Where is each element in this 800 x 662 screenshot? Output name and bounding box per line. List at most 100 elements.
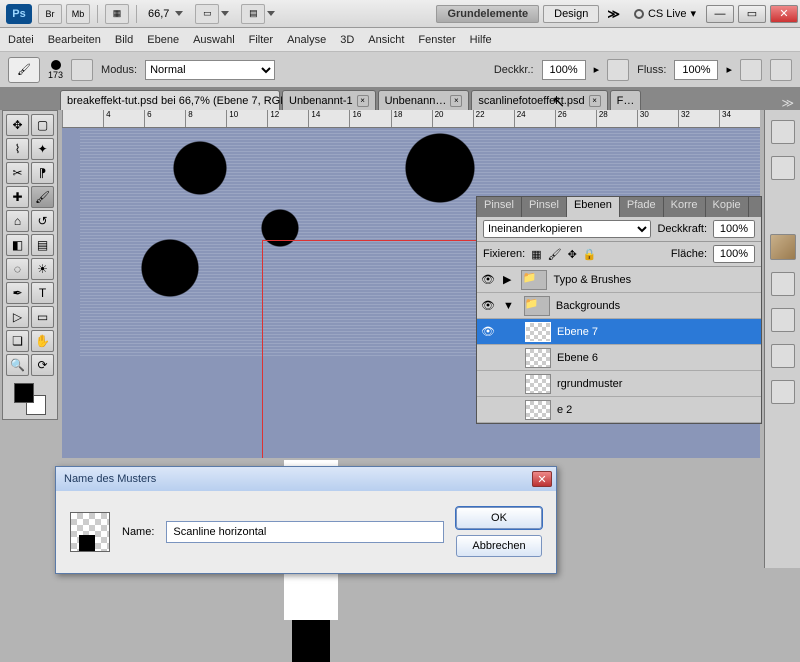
wand-tool[interactable]: ✦ <box>31 138 54 160</box>
menu-ebene[interactable]: Ebene <box>147 34 179 46</box>
tool-preset-icon[interactable]: 🖌 <box>8 57 40 83</box>
tab-korrekturen[interactable]: Korre <box>664 197 706 217</box>
layer-ebene-7[interactable]: 👁Ebene 7 <box>477 319 761 345</box>
minimize-button[interactable]: — <box>706 5 734 23</box>
eraser-tool[interactable]: ◧ <box>6 234 29 256</box>
menu-fenster[interactable]: Fenster <box>418 34 455 46</box>
marquee-tool[interactable]: ▢ <box>31 114 54 136</box>
folder-collapsed-icon[interactable]: ▶ <box>503 273 511 286</box>
visibility-icon[interactable]: 👁 <box>477 273 499 286</box>
tab-scanlinefotoeffekt[interactable]: scanlinefotoeffekt.psd× <box>471 90 607 110</box>
menu-hilfe[interactable]: Hilfe <box>470 34 492 46</box>
menu-filter[interactable]: Filter <box>249 34 273 46</box>
zoom-dropdown-icon[interactable] <box>175 11 183 16</box>
heal-tool[interactable]: ✚ <box>6 186 29 208</box>
opacity-input[interactable] <box>542 60 586 80</box>
lock-position-icon[interactable]: ✥ <box>568 248 577 261</box>
lock-transparency-icon[interactable]: ▦ <box>531 248 541 261</box>
blend-mode-select[interactable]: Normal <box>145 60 275 80</box>
3d-tool[interactable]: ❏ <box>6 330 29 352</box>
tab-pfade[interactable]: Pfade <box>620 197 664 217</box>
screen-mode-icon[interactable]: ▭ <box>195 4 219 24</box>
gradient-tool[interactable]: ▤ <box>31 234 54 256</box>
tab-scroll-icon[interactable]: ≫ <box>775 96 800 110</box>
visibility-icon[interactable]: 👁 <box>477 325 499 338</box>
menu-auswahl[interactable]: Auswahl <box>193 34 235 46</box>
cs-live[interactable]: CS Live▾ <box>634 7 696 20</box>
opacity-flyout-icon[interactable]: ▸ <box>594 63 600 76</box>
stamp-tool[interactable]: ⌂ <box>6 210 29 232</box>
layer-group-typo[interactable]: 👁▶📁Typo & Brushes <box>477 267 761 293</box>
menu-datei[interactable]: Datei <box>8 34 34 46</box>
rotate-tool[interactable]: ⟳ <box>31 354 54 376</box>
swatches-panel-icon[interactable] <box>771 272 795 296</box>
ok-button[interactable]: OK <box>456 507 542 529</box>
brush-preview[interactable]: 173 <box>48 60 63 80</box>
layer-thumbnail[interactable] <box>525 374 551 394</box>
layer-blend-mode-select[interactable]: Ineinanderkopieren <box>483 220 651 238</box>
maximize-button[interactable]: ▭ <box>738 5 766 23</box>
tab-pinsel2[interactable]: Pinsel <box>522 197 567 217</box>
layer-thumbnail[interactable] <box>525 322 551 342</box>
paragraph-panel-icon[interactable] <box>771 156 795 180</box>
zoom-level[interactable]: 66,7 <box>148 8 169 20</box>
path-tool[interactable]: ▷ <box>6 306 29 328</box>
extras-dropdown-icon[interactable] <box>267 11 275 16</box>
tab-ebenen[interactable]: Ebenen <box>567 197 620 217</box>
cancel-button[interactable]: Abbrechen <box>456 535 542 557</box>
color-swatches[interactable] <box>14 383 46 415</box>
shape-tool[interactable]: ▭ <box>31 306 54 328</box>
dodge-tool[interactable]: ☀ <box>31 258 54 280</box>
layer-hintergrundmuster[interactable]: rgrundmuster <box>477 371 761 397</box>
eyedropper-tool[interactable]: ⁋ <box>31 162 54 184</box>
tab-unbenannt-1[interactable]: Unbenannt-1× <box>282 90 376 110</box>
fill-input[interactable] <box>713 245 755 263</box>
menu-analyse[interactable]: Analyse <box>287 34 326 46</box>
tab-pinsel[interactable]: Pinsel <box>477 197 522 217</box>
tablet-size-icon[interactable] <box>770 59 792 81</box>
adjustments-panel-icon[interactable] <box>771 344 795 368</box>
layer-ebene-2[interactable]: e 2 <box>477 397 761 423</box>
color-panel-icon[interactable] <box>770 234 796 260</box>
character-panel-icon[interactable] <box>771 120 795 144</box>
dialog-close-icon[interactable]: ✕ <box>532 471 552 487</box>
zoom-tool[interactable]: 🔍 <box>6 354 29 376</box>
styles-panel-icon[interactable] <box>771 308 795 332</box>
folder-open-icon[interactable]: ▼ <box>503 300 514 312</box>
crop-tool[interactable]: ✂ <box>6 162 29 184</box>
lock-all-icon[interactable]: 🔒 <box>583 248 597 261</box>
menu-bearbeiten[interactable]: Bearbeiten <box>48 34 101 46</box>
tablet-opacity-icon[interactable] <box>607 59 629 81</box>
layer-group-backgrounds[interactable]: 👁▼📁Backgrounds <box>477 293 761 319</box>
menu-3d[interactable]: 3D <box>340 34 354 46</box>
layer-thumbnail[interactable] <box>525 400 551 420</box>
move-tool[interactable]: ✥ <box>6 114 29 136</box>
minibridge-icon[interactable]: Mb <box>66 4 90 24</box>
workspace-more-icon[interactable]: ≫ <box>607 7 620 21</box>
flow-flyout-icon[interactable]: ▸ <box>726 63 732 76</box>
extras-icon[interactable]: ▤ <box>241 4 265 24</box>
close-button[interactable]: ✕ <box>770 5 798 23</box>
workspace-grundelemente[interactable]: Grundelemente <box>436 5 539 23</box>
pattern-name-input[interactable] <box>166 521 444 543</box>
tab-kopie[interactable]: Kopie <box>706 197 749 217</box>
lasso-tool[interactable]: ⌇ <box>6 138 29 160</box>
blur-tool[interactable]: ◌ <box>6 258 29 280</box>
brush-tool[interactable]: 🖌 <box>31 186 54 208</box>
dialog-titlebar[interactable]: Name des Musters ✕ <box>56 467 556 491</box>
tab-unbenannt-2[interactable]: Unbenann…× <box>378 90 470 110</box>
tab-more[interactable]: F… <box>610 90 642 110</box>
bridge-icon[interactable]: Br <box>38 4 62 24</box>
type-tool[interactable]: T <box>31 282 54 304</box>
menu-bild[interactable]: Bild <box>115 34 133 46</box>
close-icon[interactable]: × <box>589 95 601 107</box>
masks-panel-icon[interactable] <box>771 380 795 404</box>
hand-tool[interactable]: ✋ <box>31 330 54 352</box>
brush-panel-icon[interactable] <box>71 59 93 81</box>
layer-thumbnail[interactable] <box>525 348 551 368</box>
airbrush-icon[interactable] <box>740 59 762 81</box>
close-icon[interactable]: × <box>357 95 369 107</box>
pen-tool[interactable]: ✒ <box>6 282 29 304</box>
flow-input[interactable] <box>674 60 718 80</box>
lock-pixels-icon[interactable]: 🖌 <box>548 248 562 261</box>
